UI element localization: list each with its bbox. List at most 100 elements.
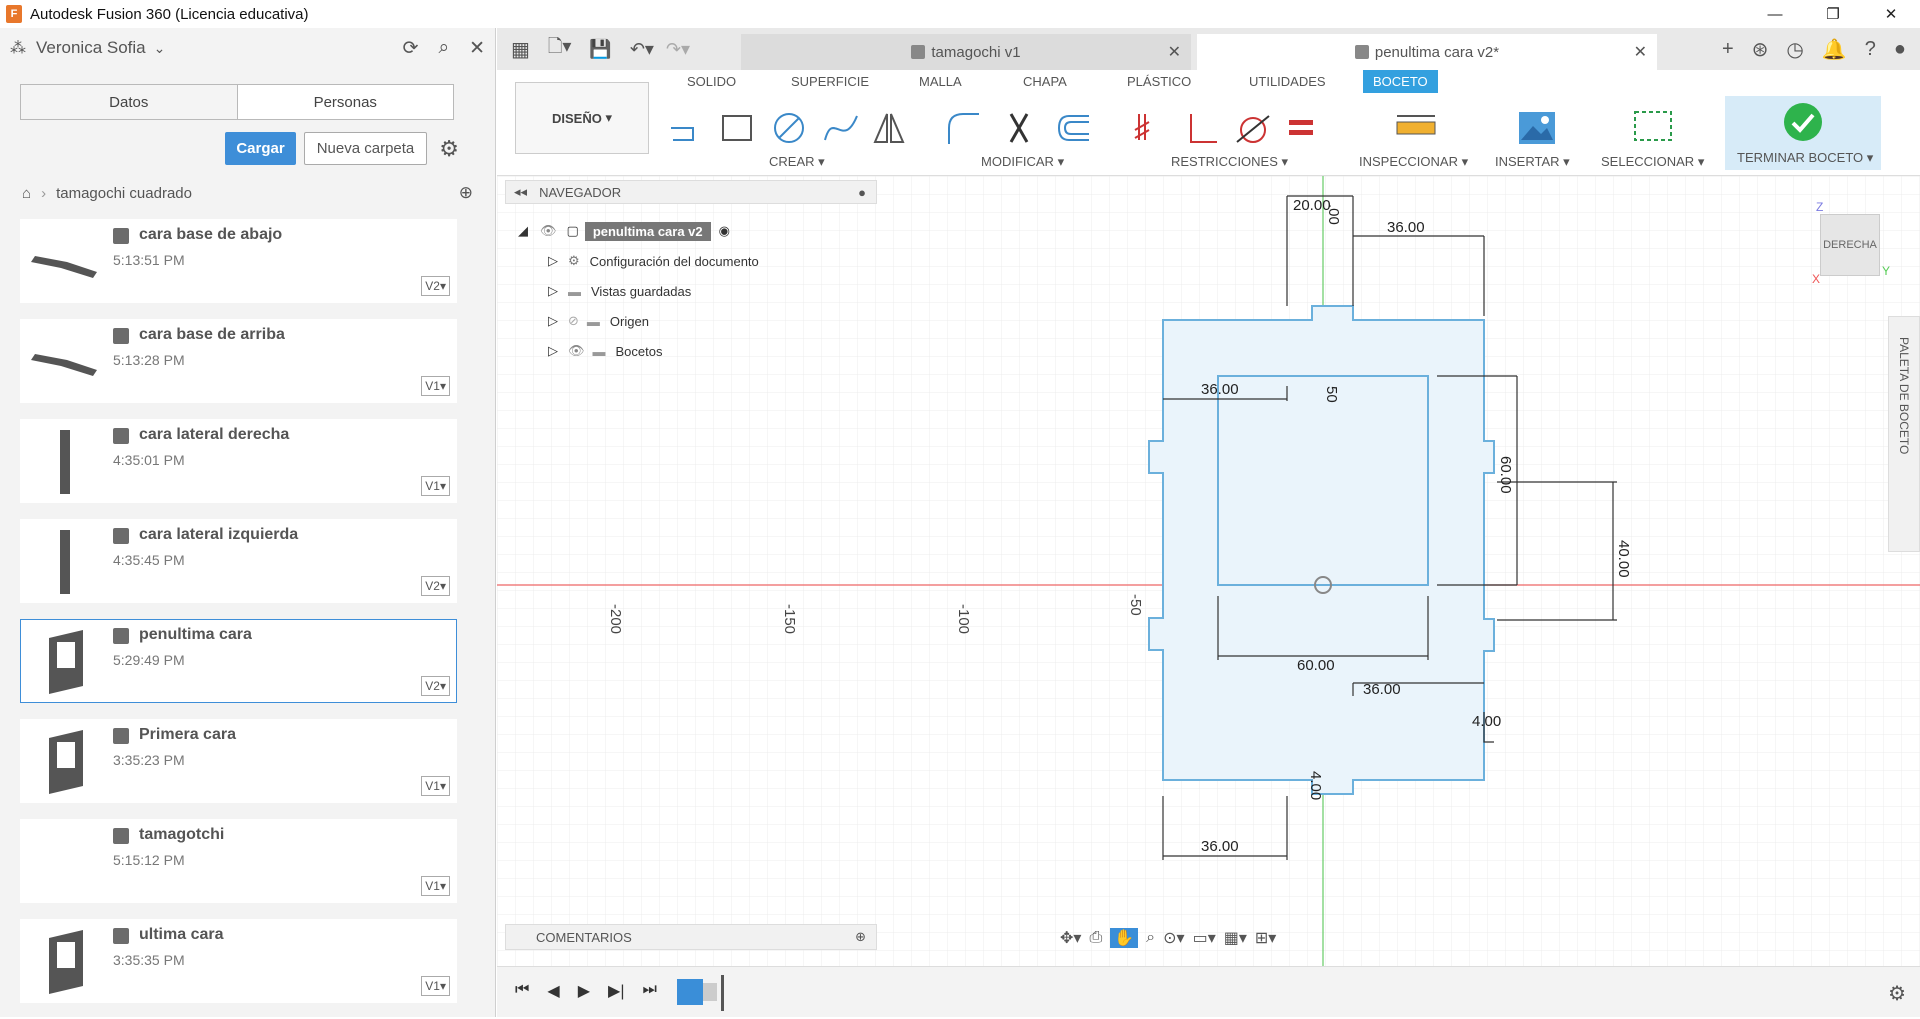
file-card[interactable]: cara base de abajo 5:13:51 PM V2▾ <box>20 219 457 303</box>
orbit-icon[interactable]: ✥▾ <box>1060 928 1081 948</box>
modificar-label[interactable]: MODIFICAR ▾ <box>981 154 1064 170</box>
dimension-label[interactable]: 40.00 <box>1615 540 1632 578</box>
sketch-profile[interactable] <box>1148 305 1495 795</box>
coincident-icon[interactable] <box>1131 110 1167 146</box>
dimension-label[interactable]: 36.00 <box>1201 838 1239 855</box>
tab-penultima[interactable]: penultima cara v2* ✕ <box>1197 34 1657 70</box>
tab-chapa[interactable]: CHAPA <box>1023 74 1067 89</box>
seleccionar-label[interactable]: SELECCIONAR ▾ <box>1601 154 1704 170</box>
user-name[interactable]: Veronica Sofia <box>36 38 146 58</box>
tab-plastico[interactable]: PLÁSTICO <box>1127 74 1191 89</box>
measure-icon[interactable] <box>1395 110 1437 146</box>
file-card[interactable]: cara lateral izquierda 4:35:45 PM V2▾ <box>20 519 457 603</box>
save-icon[interactable]: 💾 <box>589 39 611 60</box>
tab-superficie[interactable]: SUPERFICIE <box>791 74 869 89</box>
timeline-marker[interactable] <box>721 975 724 1011</box>
restore-button[interactable]: ❐ <box>1804 0 1862 28</box>
fit-icon[interactable]: ⊙▾ <box>1163 928 1184 948</box>
tangent-icon[interactable] <box>1235 110 1271 146</box>
expand-icon[interactable]: ▷ <box>548 313 558 329</box>
gear-icon[interactable]: ⚙ <box>439 136 459 162</box>
look-at-icon[interactable]: ⎙ <box>1089 929 1102 947</box>
expand-icon[interactable]: ▷ <box>548 253 558 269</box>
select-window-icon[interactable] <box>1633 110 1675 146</box>
tree-root[interactable]: ◢ 👁 ▢ penultima cara v2 ◉ <box>518 216 759 246</box>
minus-icon[interactable]: ● <box>858 185 866 200</box>
timeline-sketch-feature[interactable] <box>677 979 703 1005</box>
tab-datos[interactable]: Datos <box>21 85 238 119</box>
play-icon[interactable]: ▶ <box>578 981 590 1001</box>
inspeccionar-label[interactable]: INSPECCIONAR ▾ <box>1359 154 1468 170</box>
new-tab-icon[interactable]: + <box>1722 38 1734 61</box>
avatar[interactable]: ● <box>1894 38 1906 61</box>
insert-image-icon[interactable] <box>1517 110 1557 146</box>
trim-icon[interactable] <box>1001 110 1037 146</box>
tab-malla[interactable]: MALLA <box>919 74 962 89</box>
comments-bar[interactable]: COMENTARIOS ⊕ <box>505 924 877 950</box>
offset-icon[interactable] <box>1055 110 1091 146</box>
tree-item[interactable]: ▷ ▬ Vistas guardadas <box>518 276 759 306</box>
crear-label[interactable]: CREAR ▾ <box>769 154 825 170</box>
spline-icon[interactable] <box>823 110 859 146</box>
version-select[interactable]: V2▾ <box>421 676 450 696</box>
version-select[interactable]: V1▾ <box>421 876 450 896</box>
tree-item[interactable]: ▷ 👁 ▬ Bocetos <box>518 336 759 366</box>
extensions-icon[interactable]: ⊛ <box>1752 37 1769 62</box>
tab-tamagochi[interactable]: tamagochi v1 ✕ <box>741 34 1191 70</box>
grid-settings-icon[interactable]: ▦▾ <box>1224 928 1247 948</box>
pan-icon[interactable]: ✋ <box>1110 928 1139 948</box>
file-card[interactable]: Primera cara 3:35:23 PM V1▾ <box>20 719 457 803</box>
dimension-label[interactable]: 4.00 <box>1307 771 1324 800</box>
dimension-label[interactable]: 36.00 <box>1387 219 1425 236</box>
radio-icon[interactable]: ◉ <box>719 223 730 239</box>
job-status-icon[interactable]: ◷ <box>1786 37 1803 62</box>
version-select[interactable]: V2▾ <box>421 276 450 296</box>
file-card[interactable]: cara base de arriba 5:13:28 PM V1▾ <box>20 319 457 403</box>
app-grid-icon[interactable]: ▦ <box>511 37 530 62</box>
zoom-icon[interactable]: ⌕ <box>1146 929 1155 947</box>
dimension-label[interactable]: .00 <box>1325 204 1342 225</box>
eye-hidden-icon[interactable]: ⊘ <box>568 313 579 329</box>
rectangle-icon[interactable] <box>719 110 755 146</box>
sketch-palette-collapsed[interactable]: PALETA DE BOCETO <box>1888 316 1920 552</box>
version-select[interactable]: V1▾ <box>421 476 450 496</box>
redo-icon[interactable]: ↷▾ <box>666 39 690 60</box>
eye-icon[interactable]: 👁 <box>540 223 557 239</box>
tree-item[interactable]: ▷ ⚙ Configuración del documento <box>518 246 759 276</box>
line-icon[interactable] <box>667 110 703 146</box>
expand-icon[interactable]: ▷ <box>548 283 558 299</box>
dimension-label[interactable]: 60.00 <box>1297 657 1335 674</box>
dimension-label[interactable]: 20.00 <box>1293 197 1331 214</box>
tab-personas[interactable]: Personas <box>238 85 454 119</box>
new-folder-button[interactable]: Nueva carpeta <box>303 132 428 165</box>
close-icon[interactable]: ✕ <box>1168 42 1181 62</box>
undo-icon[interactable]: ↶▾ <box>630 39 654 60</box>
tab-solido[interactable]: SOLIDO <box>687 74 736 89</box>
expand-icon[interactable]: ▷ <box>548 343 558 359</box>
version-select[interactable]: V1▾ <box>421 376 450 396</box>
version-select[interactable]: V2▾ <box>421 576 450 596</box>
perpendicular-icon[interactable] <box>1183 110 1219 146</box>
navigator-header[interactable]: ◂◂ NAVEGADOR ● <box>505 180 877 204</box>
file-card[interactable]: cara lateral derecha 4:35:01 PM V1▾ <box>20 419 457 503</box>
version-select[interactable]: V1▾ <box>421 776 450 796</box>
add-comment-icon[interactable]: ⊕ <box>855 929 866 945</box>
root-label[interactable]: penultima cara v2 <box>584 221 711 241</box>
home-icon[interactable]: ⌂ <box>22 185 31 202</box>
file-card-selected[interactable]: penultima cara 5:29:49 PM V2▾ <box>20 619 457 703</box>
eye-icon[interactable]: 👁 <box>568 343 585 359</box>
gear-icon[interactable]: ⚙ <box>1888 981 1906 1006</box>
tree-item[interactable]: ▷ ⊘ ▬ Origen <box>518 306 759 336</box>
finish-sketch-button[interactable]: TERMINAR BOCETO ▾ <box>1725 96 1881 170</box>
close-icon[interactable]: ✕ <box>469 37 485 60</box>
breadcrumb-project[interactable]: tamagochi cuadrado <box>56 185 192 202</box>
fillet-icon[interactable] <box>945 110 981 146</box>
globe-icon[interactable]: ⊕ <box>459 183 473 203</box>
equal-icon[interactable] <box>1283 110 1319 146</box>
close-button[interactable]: ✕ <box>1862 0 1920 28</box>
file-card[interactable]: tamagotchi 5:15:12 PM V1▾ <box>20 819 457 903</box>
collapse-icon[interactable]: ◂◂ <box>514 184 527 200</box>
dimension-label[interactable]: 60.00 <box>1497 456 1514 494</box>
refresh-icon[interactable]: ⟳ <box>403 37 419 60</box>
workspace-dropdown[interactable]: DISEÑO ▾ <box>515 82 649 154</box>
